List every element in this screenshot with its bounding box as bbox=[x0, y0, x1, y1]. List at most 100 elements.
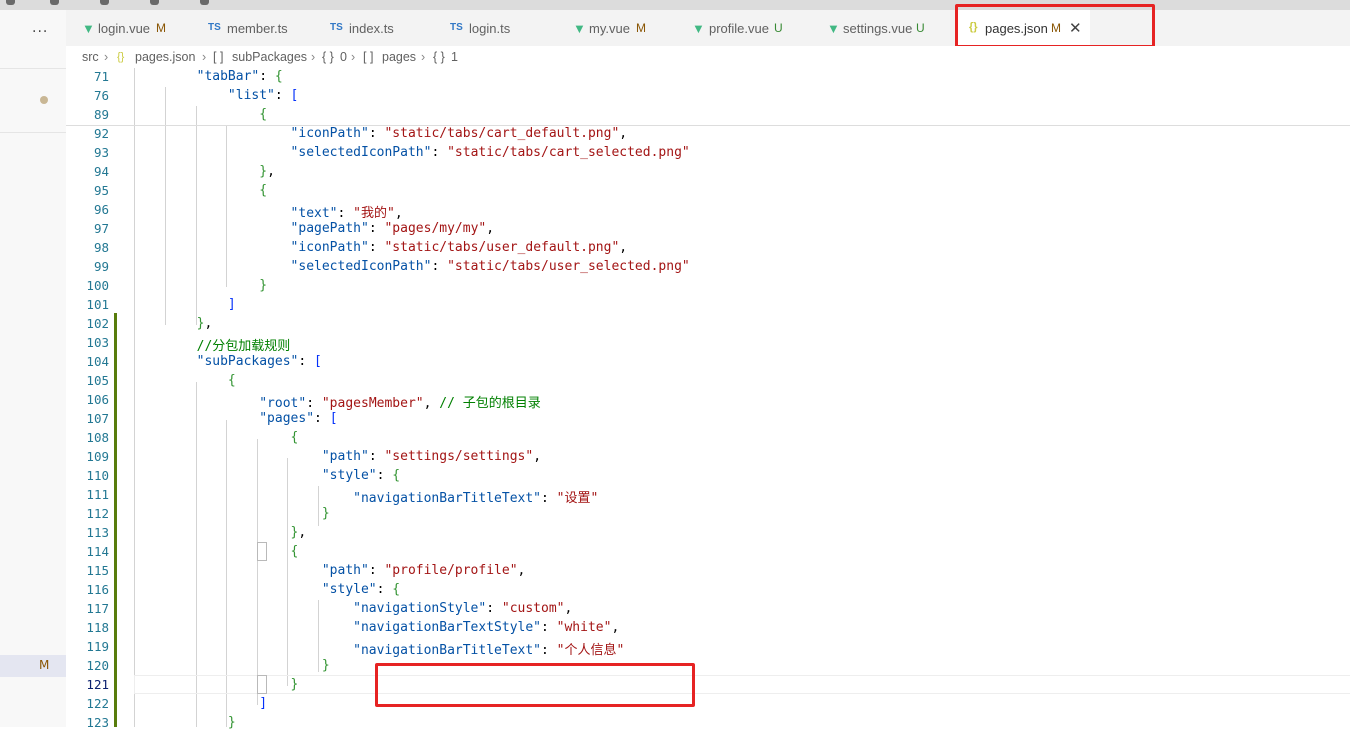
code-line[interactable]: 114 { bbox=[66, 543, 1350, 562]
code-text: ] bbox=[259, 696, 268, 711]
code-line[interactable]: 76 "list": [ bbox=[66, 87, 1350, 106]
window-control-icon[interactable] bbox=[6, 0, 15, 5]
line-number: 95 bbox=[93, 183, 109, 198]
window-control-icon[interactable] bbox=[100, 0, 109, 5]
breadcrumb-item[interactable]: 0 bbox=[340, 50, 347, 64]
line-number: 114 bbox=[86, 544, 109, 559]
code-line[interactable]: 106 "root": "pagesMember", // 子包的根目录 bbox=[66, 391, 1350, 411]
code-line[interactable]: 103 //分包加载规则 bbox=[66, 334, 1350, 354]
code-line[interactable]: 108 { bbox=[66, 429, 1350, 448]
code-line[interactable]: 119 "navigationBarTitleText": "个人信息" bbox=[66, 638, 1350, 658]
vue-icon: ▼ bbox=[692, 21, 705, 36]
line-number: 112 bbox=[86, 506, 109, 521]
code-line[interactable]: 102 }, bbox=[66, 315, 1350, 334]
code-line[interactable]: 92 "iconPath": "static/tabs/cart_default… bbox=[66, 125, 1350, 144]
code-text: { bbox=[259, 183, 268, 198]
code-line[interactable]: 89 { bbox=[66, 106, 1350, 125]
code-line[interactable]: 110 "style": { bbox=[66, 467, 1350, 486]
line-number: 104 bbox=[86, 354, 109, 369]
code-line[interactable]: 71 "tabBar": { bbox=[66, 68, 1350, 87]
tab-login-vue[interactable]: ▼ login.vue M bbox=[66, 10, 201, 46]
chevron-right-icon: › bbox=[351, 50, 356, 64]
code-line[interactable]: 122 ] bbox=[66, 695, 1350, 714]
window-control-icon[interactable] bbox=[150, 0, 159, 5]
modified-file-row[interactable]: M bbox=[0, 655, 66, 677]
breadcrumb-item[interactable]: pages bbox=[382, 50, 416, 64]
code-line[interactable]: 104 "subPackages": [ bbox=[66, 353, 1350, 372]
code-text: "navigationBarTitleText": "设置" bbox=[353, 491, 599, 506]
tab-login-ts[interactable]: TS login.ts bbox=[434, 10, 558, 46]
code-text: "iconPath": "static/tabs/cart_default.pn… bbox=[290, 126, 628, 141]
breadcrumb-item[interactable]: pages.json bbox=[135, 50, 195, 64]
code-text: "tabBar": { bbox=[196, 69, 283, 84]
code-line[interactable]: 121 } bbox=[66, 676, 1350, 695]
line-number: 118 bbox=[86, 620, 109, 635]
code-line[interactable]: 95 { bbox=[66, 182, 1350, 201]
window-control-icon[interactable] bbox=[200, 0, 209, 5]
code-text: "style": { bbox=[321, 582, 401, 597]
code-line[interactable]: 116 "style": { bbox=[66, 581, 1350, 600]
code-text: "list": [ bbox=[227, 88, 299, 103]
code-line[interactable]: 120 } bbox=[66, 657, 1350, 676]
code-line[interactable]: 107 "pages": [ bbox=[66, 410, 1350, 429]
line-number: 71 bbox=[93, 69, 109, 84]
code-line[interactable]: 118 "navigationBarTextStyle": "white", bbox=[66, 619, 1350, 638]
code-line[interactable]: 96 "text": "我的", bbox=[66, 201, 1350, 221]
tab-label: login.vue bbox=[98, 21, 151, 36]
line-number: 105 bbox=[86, 373, 109, 388]
code-text: "pagePath": "pages/my/my", bbox=[290, 221, 495, 236]
tab-member-ts[interactable]: TS member.ts bbox=[192, 10, 318, 46]
code-text: "navigationStyle": "custom", bbox=[353, 601, 573, 616]
chevron-right-icon: › bbox=[311, 50, 316, 64]
tab-my-vue[interactable]: ▼ my.vue M bbox=[556, 10, 678, 46]
chevron-right-icon: › bbox=[421, 50, 426, 64]
code-text: "selectedIconPath": "static/tabs/user_se… bbox=[290, 259, 690, 274]
code-line[interactable]: 93 "selectedIconPath": "static/tabs/cart… bbox=[66, 144, 1350, 163]
vue-icon: ▼ bbox=[573, 21, 586, 36]
modified-badge: M bbox=[39, 658, 50, 672]
line-number: 123 bbox=[86, 715, 109, 730]
breadcrumb-item[interactable]: 1 bbox=[451, 50, 458, 64]
code-line[interactable]: 117 "navigationStyle": "custom", bbox=[66, 600, 1350, 619]
chevron-right-icon: › bbox=[202, 50, 207, 64]
code-line[interactable]: 100 } bbox=[66, 277, 1350, 296]
code-line[interactable]: 123 } bbox=[66, 714, 1350, 733]
code-line[interactable]: 115 "path": "profile/profile", bbox=[66, 562, 1350, 581]
line-number: 106 bbox=[86, 392, 109, 407]
chevron-right-icon: › bbox=[104, 50, 109, 64]
code-text: }, bbox=[259, 164, 275, 179]
line-number: 115 bbox=[86, 563, 109, 578]
code-line[interactable]: 109 "path": "settings/settings", bbox=[66, 448, 1350, 467]
tab-settings-vue[interactable]: ▼ settings.vue U bbox=[811, 10, 951, 46]
ts-icon: TS bbox=[450, 22, 463, 33]
code-text: "root": "pagesMember", // 子包的根目录 bbox=[259, 396, 541, 411]
more-actions-icon[interactable]: ··· bbox=[32, 24, 48, 40]
object-icon: { } bbox=[433, 50, 445, 64]
code-line[interactable]: 94 }, bbox=[66, 163, 1350, 182]
code-line[interactable]: 101 ] bbox=[66, 296, 1350, 315]
code-line[interactable]: 99 "selectedIconPath": "static/tabs/user… bbox=[66, 258, 1350, 277]
code-line[interactable]: 98 "iconPath": "static/tabs/user_default… bbox=[66, 239, 1350, 258]
line-number: 94 bbox=[93, 164, 109, 179]
side-panel: ··· M bbox=[0, 10, 66, 727]
code-line[interactable]: 111 "navigationBarTitleText": "设置" bbox=[66, 486, 1350, 506]
code-line[interactable]: 112 } bbox=[66, 505, 1350, 524]
tab-profile-vue[interactable]: ▼ profile.vue U bbox=[676, 10, 806, 46]
breadcrumb-item[interactable]: src bbox=[82, 50, 99, 64]
code-text: ] bbox=[227, 297, 236, 312]
code-text: } bbox=[227, 715, 236, 730]
line-number: 122 bbox=[86, 696, 109, 711]
code-line[interactable]: 113 }, bbox=[66, 524, 1350, 543]
line-number: 96 bbox=[93, 202, 109, 217]
code-line[interactable]: 97 "pagePath": "pages/my/my", bbox=[66, 220, 1350, 239]
code-text: } bbox=[321, 506, 330, 521]
code-editor[interactable]: 71 "tabBar": {76 "list": [89 {92 "iconPa… bbox=[66, 68, 1350, 730]
line-number: 100 bbox=[86, 278, 109, 293]
breadcrumb-item[interactable]: subPackages bbox=[232, 50, 307, 64]
code-line[interactable]: 105 { bbox=[66, 372, 1350, 391]
tab-label: my.vue bbox=[589, 21, 630, 36]
window-control-icon[interactable] bbox=[50, 0, 59, 5]
code-text: "pages": [ bbox=[259, 411, 338, 426]
tab-index-ts[interactable]: TS index.ts bbox=[314, 10, 436, 46]
line-number: 89 bbox=[93, 107, 109, 122]
